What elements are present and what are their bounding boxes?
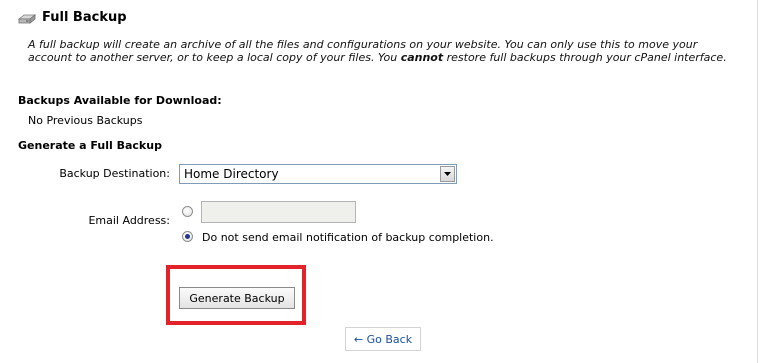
description-emphasis: cannot bbox=[400, 51, 444, 64]
backup-destination-label: Backup Destination: bbox=[59, 167, 170, 180]
no-email-notification-label: Do not send email notification of backup… bbox=[202, 231, 494, 244]
no-email-radio[interactable] bbox=[182, 231, 193, 242]
hard-drive-icon bbox=[17, 11, 37, 25]
description-text-2: restore full backups through your cPanel… bbox=[443, 51, 727, 64]
no-backups-text: No Previous Backups bbox=[28, 114, 143, 127]
generate-backup-heading: Generate a Full Backup bbox=[18, 139, 162, 152]
backup-destination-value: Home Directory bbox=[184, 167, 279, 181]
backup-description: A full backup will create an archive of … bbox=[28, 38, 728, 64]
page-header: Full Backup bbox=[17, 10, 127, 25]
go-back-link[interactable]: ← Go Back bbox=[345, 327, 421, 351]
full-backup-page: Full Backup A full backup will create an… bbox=[0, 0, 758, 363]
generate-backup-button[interactable]: Generate Backup bbox=[179, 287, 295, 309]
email-radio[interactable] bbox=[182, 206, 193, 217]
page-title: Full Backup bbox=[42, 10, 127, 25]
email-address-input[interactable] bbox=[201, 201, 356, 223]
backup-destination-select[interactable]: Home Directory bbox=[179, 164, 457, 184]
email-address-label: Email Address: bbox=[88, 214, 170, 227]
available-backups-heading: Backups Available for Download: bbox=[18, 94, 222, 107]
chevron-down-icon[interactable] bbox=[440, 166, 455, 182]
